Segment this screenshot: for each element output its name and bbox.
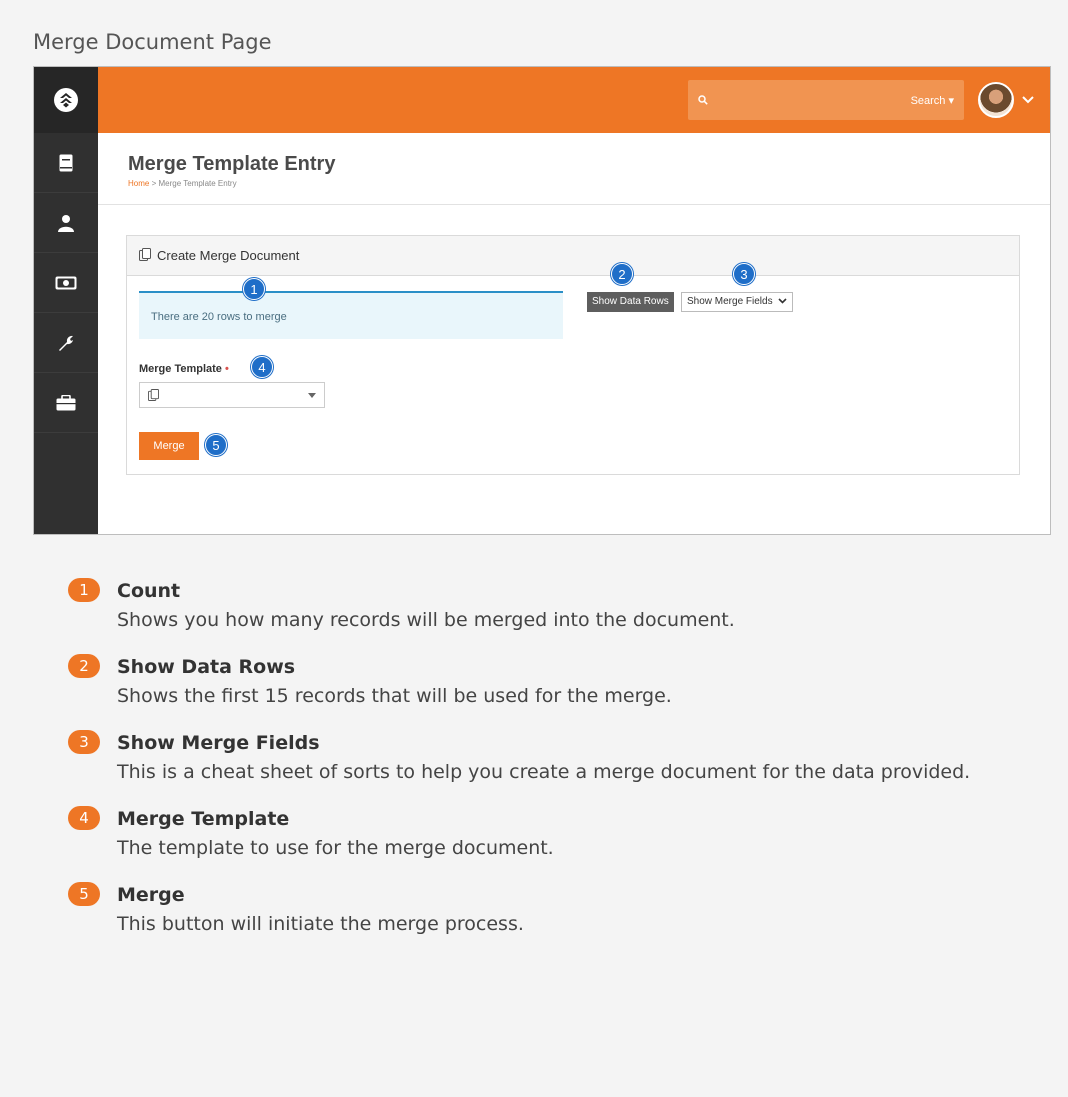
annotation-marker-3: 3 [733,263,755,285]
legend-title: Show Data Rows [117,656,296,678]
annotation-legend: 1 Count Shows you how many records will … [68,578,1018,958]
legend-description: This button will initiate the merge proc… [117,913,524,935]
app-screenshot: Search ▾ Merge Template Entry Home > Mer… [33,66,1051,535]
caret-down-icon [308,392,316,398]
panel-heading: Create Merge Document [127,236,1019,276]
row-count-alert: There are 20 rows to merge [139,291,563,339]
breadcrumb: Home > Merge Template Entry [128,179,1050,188]
merge-button[interactable]: Merge [139,432,199,460]
legend-title: Merge [117,884,185,906]
sidebar-item-book[interactable] [34,133,98,193]
sidebar-item-admin[interactable] [34,373,98,433]
copy-icon [139,247,151,264]
person-icon [58,214,74,232]
annotation-marker-1: 1 [243,278,265,300]
legend-item: 1 Count Shows you how many records will … [68,578,1018,634]
legend-title: Show Merge Fields [117,732,320,754]
search-input[interactable] [716,93,911,107]
annotation-marker-4: 4 [251,356,273,378]
annotation-marker-2: 2 [611,263,633,285]
wrench-icon [59,335,73,351]
search-icon [698,95,708,105]
show-data-rows-button[interactable]: Show Data Rows [587,292,674,312]
search-box: Search ▾ [688,80,964,120]
annotation-marker-5: 5 [205,434,227,456]
sidebar-item-finance[interactable] [34,253,98,313]
legend-item: 4 Merge Template The template to use for… [68,806,1018,862]
legend-description: This is a cheat sheet of sorts to help y… [117,761,971,783]
merge-template-label-text: Merge Template [139,363,222,375]
legend-number: 1 [68,578,100,602]
money-icon [55,276,77,289]
legend-number: 2 [68,654,100,678]
legend-number: 4 [68,806,100,830]
avatar [978,82,1014,118]
legend-description: The template to use for the merge docume… [117,837,554,859]
sidebar [34,67,98,534]
page-caption: Merge Document Page [33,30,272,54]
user-menu[interactable] [978,82,1034,118]
create-merge-document-panel: Create Merge Document There are 20 rows … [126,235,1020,475]
book-icon [59,154,73,171]
legend-description: Shows the first 15 records that will be … [117,685,672,707]
show-merge-fields-label: Show Merge Fields [687,296,773,307]
chevron-down-icon [1022,96,1034,104]
breadcrumb-separator: > [151,179,157,188]
legend-item: 3 Show Merge Fields This is a cheat shee… [68,730,1018,786]
merge-template-picker[interactable] [139,382,325,408]
legend-description: Shows you how many records will be merge… [117,609,735,631]
sidebar-item-person[interactable] [34,193,98,253]
panel-title: Create Merge Document [157,248,300,263]
legend-number: 5 [68,882,100,906]
page-header: Merge Template Entry Home > Merge Templa… [98,133,1050,205]
legend-number: 3 [68,730,100,754]
copy-icon [148,389,159,401]
legend-item: 2 Show Data Rows Shows the first 15 reco… [68,654,1018,710]
breadcrumb-home-link[interactable]: Home [128,179,149,188]
page-title: Merge Template Entry [128,153,336,175]
legend-title: Count [117,580,181,602]
sidebar-item-tools[interactable] [34,313,98,373]
search-type-dropdown[interactable]: Search ▾ [911,94,954,107]
briefcase-icon [56,394,76,410]
top-bar: Search ▾ [98,67,1050,133]
required-indicator-icon: • [224,363,229,375]
legend-item: 5 Merge This button will initiate the me… [68,882,1018,938]
chevron-down-icon [778,298,787,304]
main-content: Merge Template Entry Home > Merge Templa… [98,133,1050,534]
breadcrumb-current: Merge Template Entry [158,179,237,188]
legend-title: Merge Template [117,808,290,830]
show-merge-fields-button[interactable]: Show Merge Fields [681,292,794,312]
merge-template-label: Merge Template • [139,363,229,375]
rock-logo-icon[interactable] [34,67,98,133]
